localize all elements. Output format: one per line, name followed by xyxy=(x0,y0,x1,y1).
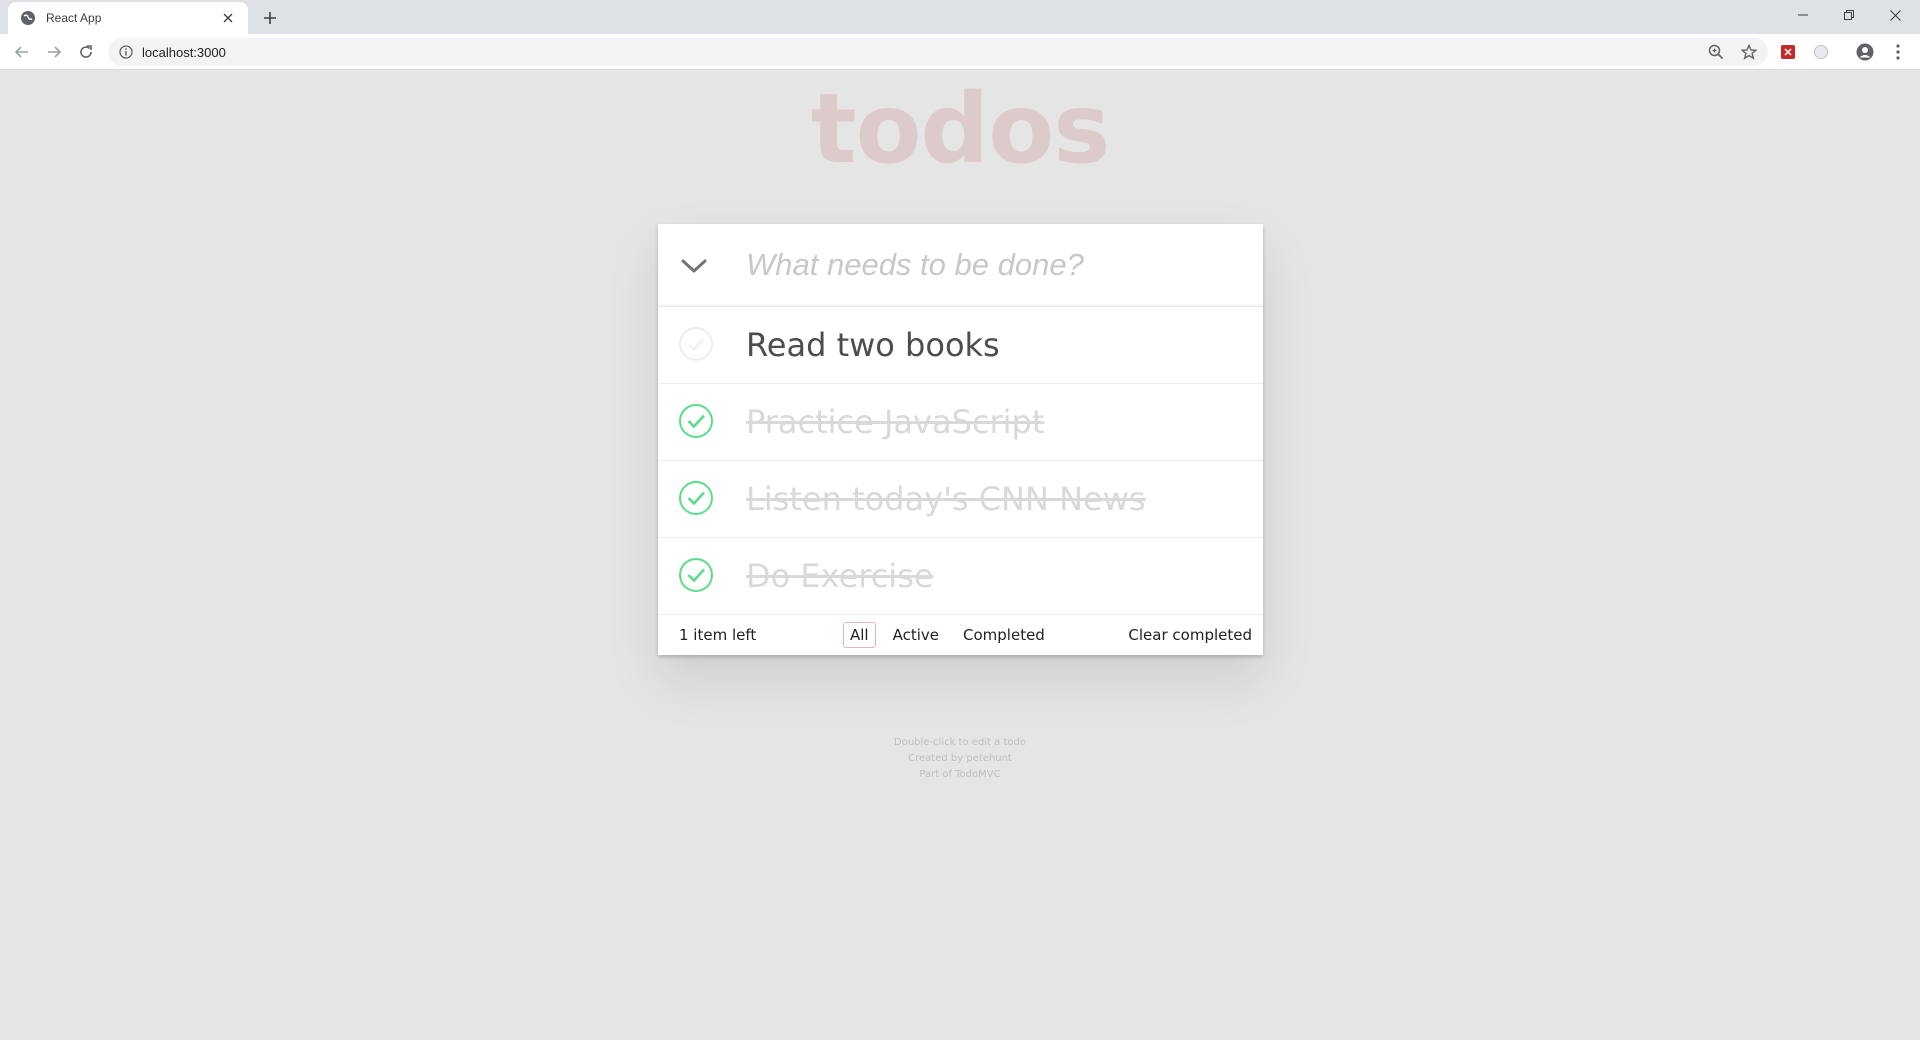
restore-icon[interactable] xyxy=(1826,0,1872,30)
todo-footer: 1 item left All Active Completed Clear c… xyxy=(658,615,1263,655)
zoom-icon[interactable] xyxy=(1702,38,1730,66)
todo-item[interactable]: Read two books xyxy=(658,307,1263,384)
menu-kebab-icon[interactable] xyxy=(1886,40,1910,64)
url-text[interactable]: localhost:3000 xyxy=(142,45,226,60)
info-edit-hint: Double-click to edit a todo xyxy=(894,737,1026,748)
back-icon[interactable] xyxy=(10,40,34,64)
todo-label[interactable]: Do Exercise xyxy=(746,538,934,615)
todo-item-completed[interactable]: Listen today's CNN News xyxy=(658,461,1263,538)
todo-label[interactable]: Read two books xyxy=(746,307,1000,384)
clear-completed-button[interactable]: Clear completed xyxy=(1128,615,1252,655)
todo-label[interactable]: Listen today's CNN News xyxy=(746,461,1146,538)
todo-item-completed[interactable]: Practice JavaScript xyxy=(658,384,1263,461)
minimize-icon[interactable] xyxy=(1780,0,1826,30)
toggle-all-chevron-icon[interactable] xyxy=(674,246,714,286)
reload-icon[interactable] xyxy=(74,40,98,64)
todo-label[interactable]: Practice JavaScript xyxy=(746,384,1044,461)
browser-toolbar: localhost:3000 xyxy=(0,34,1920,70)
bookmark-star-icon[interactable] xyxy=(1735,38,1763,66)
todo-count: 1 item left xyxy=(679,626,757,644)
address-bar[interactable]: localhost:3000 xyxy=(108,38,1768,66)
todo-app: Read two books Practice JavaScript Liste… xyxy=(658,224,1263,655)
unchecked-circle-icon[interactable] xyxy=(678,326,714,362)
info-created-by: Created by petehunt xyxy=(908,753,1012,764)
info-icon[interactable] xyxy=(118,44,134,60)
extension-circle-icon[interactable] xyxy=(1809,40,1833,64)
tab-title: React App xyxy=(46,11,102,25)
info-footer: Double-click to edit a todo Created by p… xyxy=(0,735,1920,783)
new-todo-input[interactable] xyxy=(746,240,1246,290)
forward-icon[interactable] xyxy=(42,40,66,64)
tab-strip: React App xyxy=(0,0,1920,34)
checked-circle-icon[interactable] xyxy=(678,403,714,439)
todo-header xyxy=(658,224,1263,307)
tab-close-icon[interactable] xyxy=(218,8,238,28)
new-tab-icon[interactable] xyxy=(258,6,282,30)
checked-circle-icon[interactable] xyxy=(678,557,714,593)
todo-item-completed[interactable]: Do Exercise xyxy=(658,538,1263,615)
info-part-of: Part of TodoMVC xyxy=(919,769,1001,780)
extension-red-icon[interactable] xyxy=(1776,40,1800,64)
todo-list: Read two books Practice JavaScript Liste… xyxy=(658,307,1263,615)
close-window-icon[interactable] xyxy=(1872,0,1918,30)
filters: All Active Completed xyxy=(838,615,1057,655)
globe-icon xyxy=(20,10,36,26)
checked-circle-icon[interactable] xyxy=(678,480,714,516)
filter-completed[interactable]: Completed xyxy=(956,622,1052,648)
app-title: todos xyxy=(810,73,1111,185)
filter-active[interactable]: Active xyxy=(886,622,946,648)
filter-all[interactable]: All xyxy=(843,622,876,648)
profile-avatar-icon[interactable] xyxy=(1853,40,1877,64)
browser-tab[interactable]: React App xyxy=(8,2,248,34)
